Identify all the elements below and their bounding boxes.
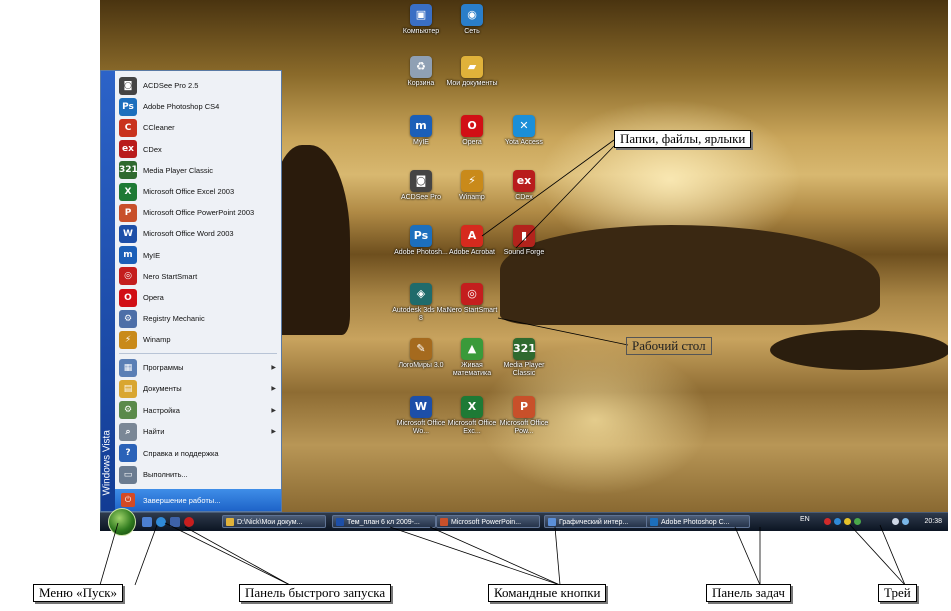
callout-command-buttons: Командные кнопки bbox=[488, 584, 607, 602]
start-pointer-line-2 bbox=[134, 524, 158, 586]
files-pointer-line-2 bbox=[515, 145, 615, 249]
callout-desktop: Рабочий стол bbox=[626, 337, 712, 355]
callout-start-menu: Меню «Пуск» bbox=[33, 584, 124, 602]
start-pointer-line-1 bbox=[99, 522, 119, 586]
tray-pointer-line-1 bbox=[849, 524, 906, 586]
callout-quick-launch: Панель быстрого запуска bbox=[239, 584, 392, 602]
command-pointer-line-1 bbox=[389, 526, 561, 586]
callout-files: Папки, файлы, ярлыки bbox=[614, 130, 752, 148]
callout-tray: Трей bbox=[878, 584, 917, 602]
command-pointer-line-2 bbox=[429, 526, 561, 586]
callout-lines bbox=[99, 139, 906, 586]
taskbar-pointer-line-2 bbox=[734, 526, 761, 586]
desktop-pointer-line bbox=[497, 317, 629, 346]
quicklaunch-pointer-line-2 bbox=[164, 522, 291, 586]
tray-pointer-line-2 bbox=[879, 524, 906, 586]
quicklaunch-pointer-line-1 bbox=[184, 526, 291, 586]
files-pointer-line-1 bbox=[481, 139, 615, 237]
command-pointer-line-3 bbox=[554, 526, 561, 586]
callout-taskbar: Панель задач bbox=[706, 584, 791, 602]
